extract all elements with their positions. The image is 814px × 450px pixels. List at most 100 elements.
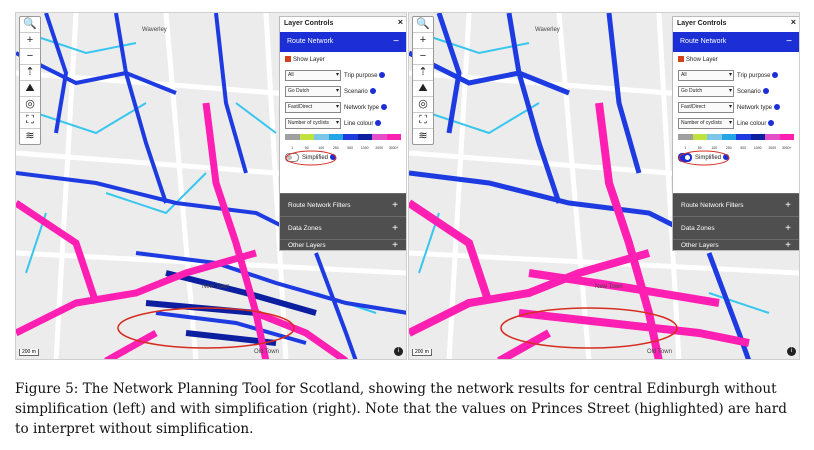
info-icon[interactable] <box>774 104 781 111</box>
show-layer-label: Show Layer <box>293 57 325 63</box>
layer-controls-title: Layer Controls <box>677 20 727 27</box>
fullscreen-icon[interactable]: ⛶ <box>20 113 40 129</box>
legend-swatch <box>343 134 358 140</box>
info-icon[interactable] <box>762 88 769 95</box>
map-label-new-town: New Town <box>202 284 230 290</box>
trip-purpose-select[interactable]: All <box>285 69 341 81</box>
scale-bar: 200 m <box>19 349 39 356</box>
map-panel-left: Waverley New Town Old Town 🔍 + − ⇡ ⛰ ◎ ⛶… <box>15 12 407 360</box>
route-network-filters-section[interactable]: Route Network Filters + <box>280 193 406 216</box>
info-icon[interactable] <box>381 104 388 111</box>
figure-caption: Figure 5: The Network Planning Tool for … <box>15 381 787 437</box>
layer-controls: Layer Controls × Route Network − Show La… <box>279 16 406 251</box>
close-icon[interactable]: × <box>398 17 403 27</box>
terrain-icon[interactable]: ⛰ <box>20 81 40 97</box>
legend-swatch <box>736 134 751 140</box>
trip-purpose-label: Trip purpose <box>737 73 771 79</box>
route-network-section[interactable]: Route Network − <box>280 32 406 52</box>
scenario-label: Scenario <box>344 89 368 95</box>
scenario-select[interactable]: Go Dutch <box>285 85 341 97</box>
legend-swatch <box>372 134 387 140</box>
highlight-ellipse <box>285 150 337 166</box>
data-zones-section[interactable]: Data Zones + <box>673 216 799 239</box>
simplified-row: Simplified <box>673 150 799 166</box>
legend-swatch <box>285 134 300 140</box>
other-layers-section[interactable]: Other Layers + <box>673 239 799 251</box>
data-zones-section[interactable]: Data Zones + <box>280 216 406 239</box>
expand-icon[interactable]: + <box>785 217 791 240</box>
zoom-in-button[interactable]: + <box>413 33 433 49</box>
other-layers-section[interactable]: Other Layers + <box>280 239 406 251</box>
legend-swatch <box>678 134 693 140</box>
scenario-select[interactable]: Go Dutch <box>678 85 734 97</box>
line-colour-select[interactable]: Number of cyclists <box>285 117 341 129</box>
expand-icon[interactable]: + <box>785 194 791 217</box>
colour-legend <box>678 134 794 144</box>
collapse-icon[interactable]: − <box>393 32 399 52</box>
locate-icon[interactable]: ◎ <box>20 97 40 113</box>
info-icon[interactable] <box>379 72 386 79</box>
info-icon[interactable] <box>375 120 382 127</box>
network-type-select[interactable]: Fast/Direct <box>285 101 341 113</box>
search-icon[interactable]: 🔍 <box>20 17 40 33</box>
route-network-label: Route Network <box>287 38 334 45</box>
trip-purpose-select[interactable]: All <box>678 69 734 81</box>
route-network-label: Route Network <box>680 38 727 45</box>
zoom-out-button[interactable]: − <box>413 49 433 65</box>
route-network-filters-section[interactable]: Route Network Filters + <box>673 193 799 216</box>
data-zones-label: Data Zones <box>288 225 322 232</box>
show-layer-checkbox[interactable] <box>678 56 684 63</box>
locate-icon[interactable]: ◎ <box>413 97 433 113</box>
terrain-icon[interactable]: ⛰ <box>413 81 433 97</box>
fullscreen-icon[interactable]: ⛶ <box>413 113 433 129</box>
scale-bar: 200 m <box>412 349 432 356</box>
network-type-label: Network type <box>344 105 380 111</box>
show-layer-row[interactable]: Show Layer <box>280 52 406 68</box>
route-network-filters-label: Route Network Filters <box>288 202 351 209</box>
map-label-waverley: Waverley <box>535 27 560 33</box>
compass-icon[interactable]: ⇡ <box>20 65 40 81</box>
attribution-info-icon[interactable]: i <box>787 347 796 356</box>
legend-swatch <box>765 134 780 140</box>
layer-controls-title: Layer Controls <box>284 20 334 27</box>
expand-icon[interactable]: + <box>392 217 398 240</box>
info-icon[interactable] <box>369 88 376 95</box>
legend-swatch <box>314 134 329 140</box>
map-label-waverley: Waverley <box>142 27 167 33</box>
legend-swatch <box>386 134 401 140</box>
map-label-new-town: New Town <box>595 284 623 290</box>
scenario-label: Scenario <box>737 89 761 95</box>
show-layer-label: Show Layer <box>686 57 718 63</box>
close-icon[interactable]: × <box>791 17 796 27</box>
show-layer-checkbox[interactable] <box>285 56 291 63</box>
legend-swatch <box>357 134 372 140</box>
info-icon[interactable] <box>768 120 775 127</box>
compass-icon[interactable]: ⇡ <box>413 65 433 81</box>
legend-swatch <box>750 134 765 140</box>
show-layer-row[interactable]: Show Layer <box>673 52 799 68</box>
legend-swatch <box>779 134 794 140</box>
info-icon[interactable] <box>772 72 779 79</box>
highlight-ellipse <box>678 150 730 166</box>
route-network-section[interactable]: Route Network − <box>673 32 799 52</box>
expand-icon[interactable]: + <box>392 240 398 251</box>
zoom-in-button[interactable]: + <box>20 33 40 49</box>
other-layers-label: Other Layers <box>288 242 326 249</box>
network-type-select[interactable]: Fast/Direct <box>678 101 734 113</box>
simplified-row: Simplified <box>280 150 406 166</box>
line-colour-select[interactable]: Number of cyclists <box>678 117 734 129</box>
layers-icon[interactable]: ≋ <box>20 129 40 144</box>
expand-icon[interactable]: + <box>392 194 398 217</box>
map-label-old-town: Old Town <box>647 349 672 355</box>
layers-icon[interactable]: ≋ <box>413 129 433 144</box>
search-icon[interactable]: 🔍 <box>413 17 433 33</box>
legend-swatch <box>299 134 314 140</box>
collapse-icon[interactable]: − <box>786 32 792 52</box>
map-label-old-town: Old Town <box>254 349 279 355</box>
route-network-filters-label: Route Network Filters <box>681 202 744 209</box>
attribution-info-icon[interactable]: i <box>394 347 403 356</box>
other-layers-label: Other Layers <box>681 242 719 249</box>
expand-icon[interactable]: + <box>785 240 791 251</box>
zoom-out-button[interactable]: − <box>20 49 40 65</box>
map-toolbar: 🔍 + − ⇡ ⛰ ◎ ⛶ ≋ <box>19 16 41 145</box>
